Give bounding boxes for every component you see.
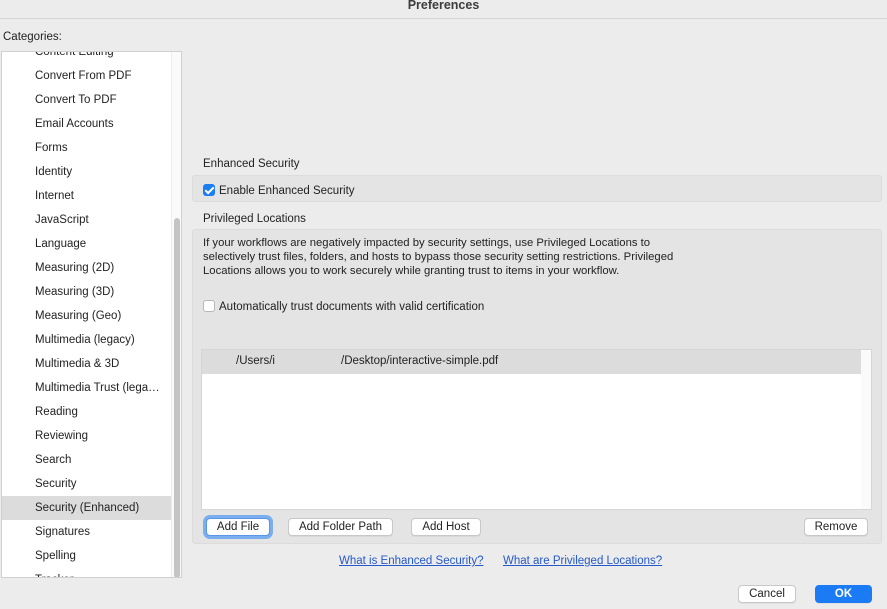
sidebar-item-signatures[interactable]: Signatures [2, 520, 172, 544]
add-folder-path-button[interactable]: Add Folder Path [288, 518, 393, 536]
sidebar-item-reviewing[interactable]: Reviewing [2, 424, 172, 448]
auto-trust-checkbox[interactable]: Automatically trust documents with valid… [203, 300, 484, 313]
sidebar-item-reading[interactable]: Reading [2, 400, 172, 424]
enable-enhanced-security-label: Enable Enhanced Security [219, 185, 355, 197]
sidebar-item-measuring-3d[interactable]: Measuring (3D) [2, 280, 172, 304]
checkbox-checked-icon[interactable] [203, 184, 215, 196]
sidebar-item-search[interactable]: Search [2, 448, 172, 472]
sidebar-item-content-editing[interactable]: Content Editing [2, 52, 172, 64]
sidebar-item-security[interactable]: Security [2, 472, 172, 496]
locations-scrollbar[interactable] [861, 350, 871, 509]
checkbox-unchecked-icon[interactable] [203, 300, 215, 312]
sidebar-item-measuring-2d[interactable]: Measuring (2D) [2, 256, 172, 280]
remove-button[interactable]: Remove [804, 518, 868, 536]
add-file-button[interactable]: Add File [206, 518, 270, 536]
privileged-locations-title: Privileged Locations [203, 213, 306, 225]
sidebar-item-convert-to-pdf[interactable]: Convert To PDF [2, 88, 172, 112]
add-host-button[interactable]: Add Host [411, 518, 481, 536]
sidebar-item-language[interactable]: Language [2, 232, 172, 256]
sidebar-item-javascript[interactable]: JavaScript [2, 208, 172, 232]
sidebar-item-security-enhanced[interactable]: Security (Enhanced) [2, 496, 172, 520]
categories-label: Categories: [3, 31, 62, 43]
sidebar-item-identity[interactable]: Identity [2, 160, 172, 184]
ok-button[interactable]: OK [815, 585, 872, 603]
sidebar-item-multimedia-3d[interactable]: Multimedia & 3D [2, 352, 172, 376]
categories-items: Content Editing Convert From PDF Convert… [2, 52, 172, 577]
what-are-privileged-locations-link[interactable]: What are Privileged Locations? [503, 555, 662, 567]
cancel-button[interactable]: Cancel [738, 585, 796, 603]
location-row[interactable]: /Users/i /Desktop/interactive-simple.pdf [202, 350, 861, 374]
location-path-end: /Desktop/interactive-simple.pdf [341, 355, 499, 367]
sidebar-item-spelling[interactable]: Spelling [2, 544, 172, 568]
enhanced-security-title: Enhanced Security [203, 158, 300, 170]
enable-enhanced-security-checkbox[interactable]: Enable Enhanced Security [203, 184, 355, 197]
sidebar-item-convert-from-pdf[interactable]: Convert From PDF [2, 64, 172, 88]
sidebar-item-forms[interactable]: Forms [2, 136, 172, 160]
sidebar-item-measuring-geo[interactable]: Measuring (Geo) [2, 304, 172, 328]
location-path-start: /Users/i [236, 355, 275, 367]
enhanced-security-panel: Enable Enhanced Security [192, 175, 882, 202]
auto-trust-label: Automatically trust documents with valid… [219, 301, 485, 313]
sidebar-item-tracker[interactable]: Tracker [2, 568, 172, 577]
categories-scroll-thumb[interactable] [174, 218, 180, 577]
window-titlebar: Preferences [0, 0, 887, 19]
sidebar-item-email-accounts[interactable]: Email Accounts [2, 112, 172, 136]
categories-scrollbar[interactable] [171, 52, 181, 577]
sidebar-item-multimedia-trust[interactable]: Multimedia Trust (lega… [2, 376, 172, 400]
sidebar-item-internet[interactable]: Internet [2, 184, 172, 208]
window-title: Preferences [407, 0, 480, 12]
what-is-enhanced-security-link[interactable]: What is Enhanced Security? [339, 555, 483, 567]
privileged-locations-description: If your workflows are negatively impacte… [203, 237, 674, 277]
sidebar-item-multimedia-legacy[interactable]: Multimedia (legacy) [2, 328, 172, 352]
privileged-locations-list[interactable]: /Users/i /Desktop/interactive-simple.pdf [201, 349, 872, 510]
categories-list[interactable]: Content Editing Convert From PDF Convert… [1, 51, 182, 578]
